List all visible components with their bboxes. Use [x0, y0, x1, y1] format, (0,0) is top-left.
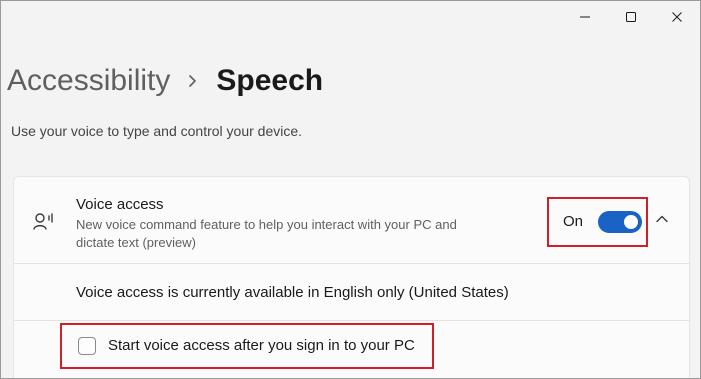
minimize-icon — [580, 16, 590, 18]
checkbox-highlight: Start voice access after you sign in to … — [60, 323, 434, 369]
auto-start-checkbox[interactable] — [78, 337, 96, 355]
breadcrumb: Accessibility Speech — [7, 59, 323, 103]
chevron-right-icon — [188, 74, 198, 88]
voice-access-title: Voice access — [76, 196, 164, 213]
title-bar-controls — [562, 1, 700, 33]
voice-access-description: New voice command feature to help you in… — [76, 217, 457, 250]
settings-window: Accessibility Speech Use your voice to t… — [0, 0, 701, 379]
voice-access-toggle[interactable] — [598, 211, 642, 233]
close-button[interactable] — [654, 1, 700, 33]
breadcrumb-accessibility[interactable]: Accessibility — [7, 59, 170, 103]
language-info-text: Voice access is currently available in E… — [76, 284, 509, 301]
voice-access-icon — [33, 213, 53, 230]
toggle-knob — [624, 215, 638, 229]
voice-access-header[interactable]: Voice access New voice command feature t… — [14, 177, 689, 264]
page-title: Speech — [216, 64, 324, 97]
page-description: Use your voice to type and control your … — [11, 123, 303, 139]
auto-start-label[interactable]: Start voice access after you sign in to … — [108, 336, 415, 356]
maximize-button[interactable] — [608, 1, 654, 33]
chevron-up-icon[interactable] — [654, 211, 670, 227]
auto-start-row: Start voice access after you sign in to … — [14, 321, 689, 378]
toggle-highlight: On — [547, 197, 648, 247]
language-info-row: Voice access is currently available in E… — [14, 264, 689, 321]
minimize-button[interactable] — [562, 1, 608, 33]
voice-access-card: Voice access New voice command feature t… — [13, 176, 690, 378]
close-icon — [672, 12, 682, 22]
maximize-icon — [626, 12, 636, 22]
toggle-state-label: On — [563, 213, 584, 230]
